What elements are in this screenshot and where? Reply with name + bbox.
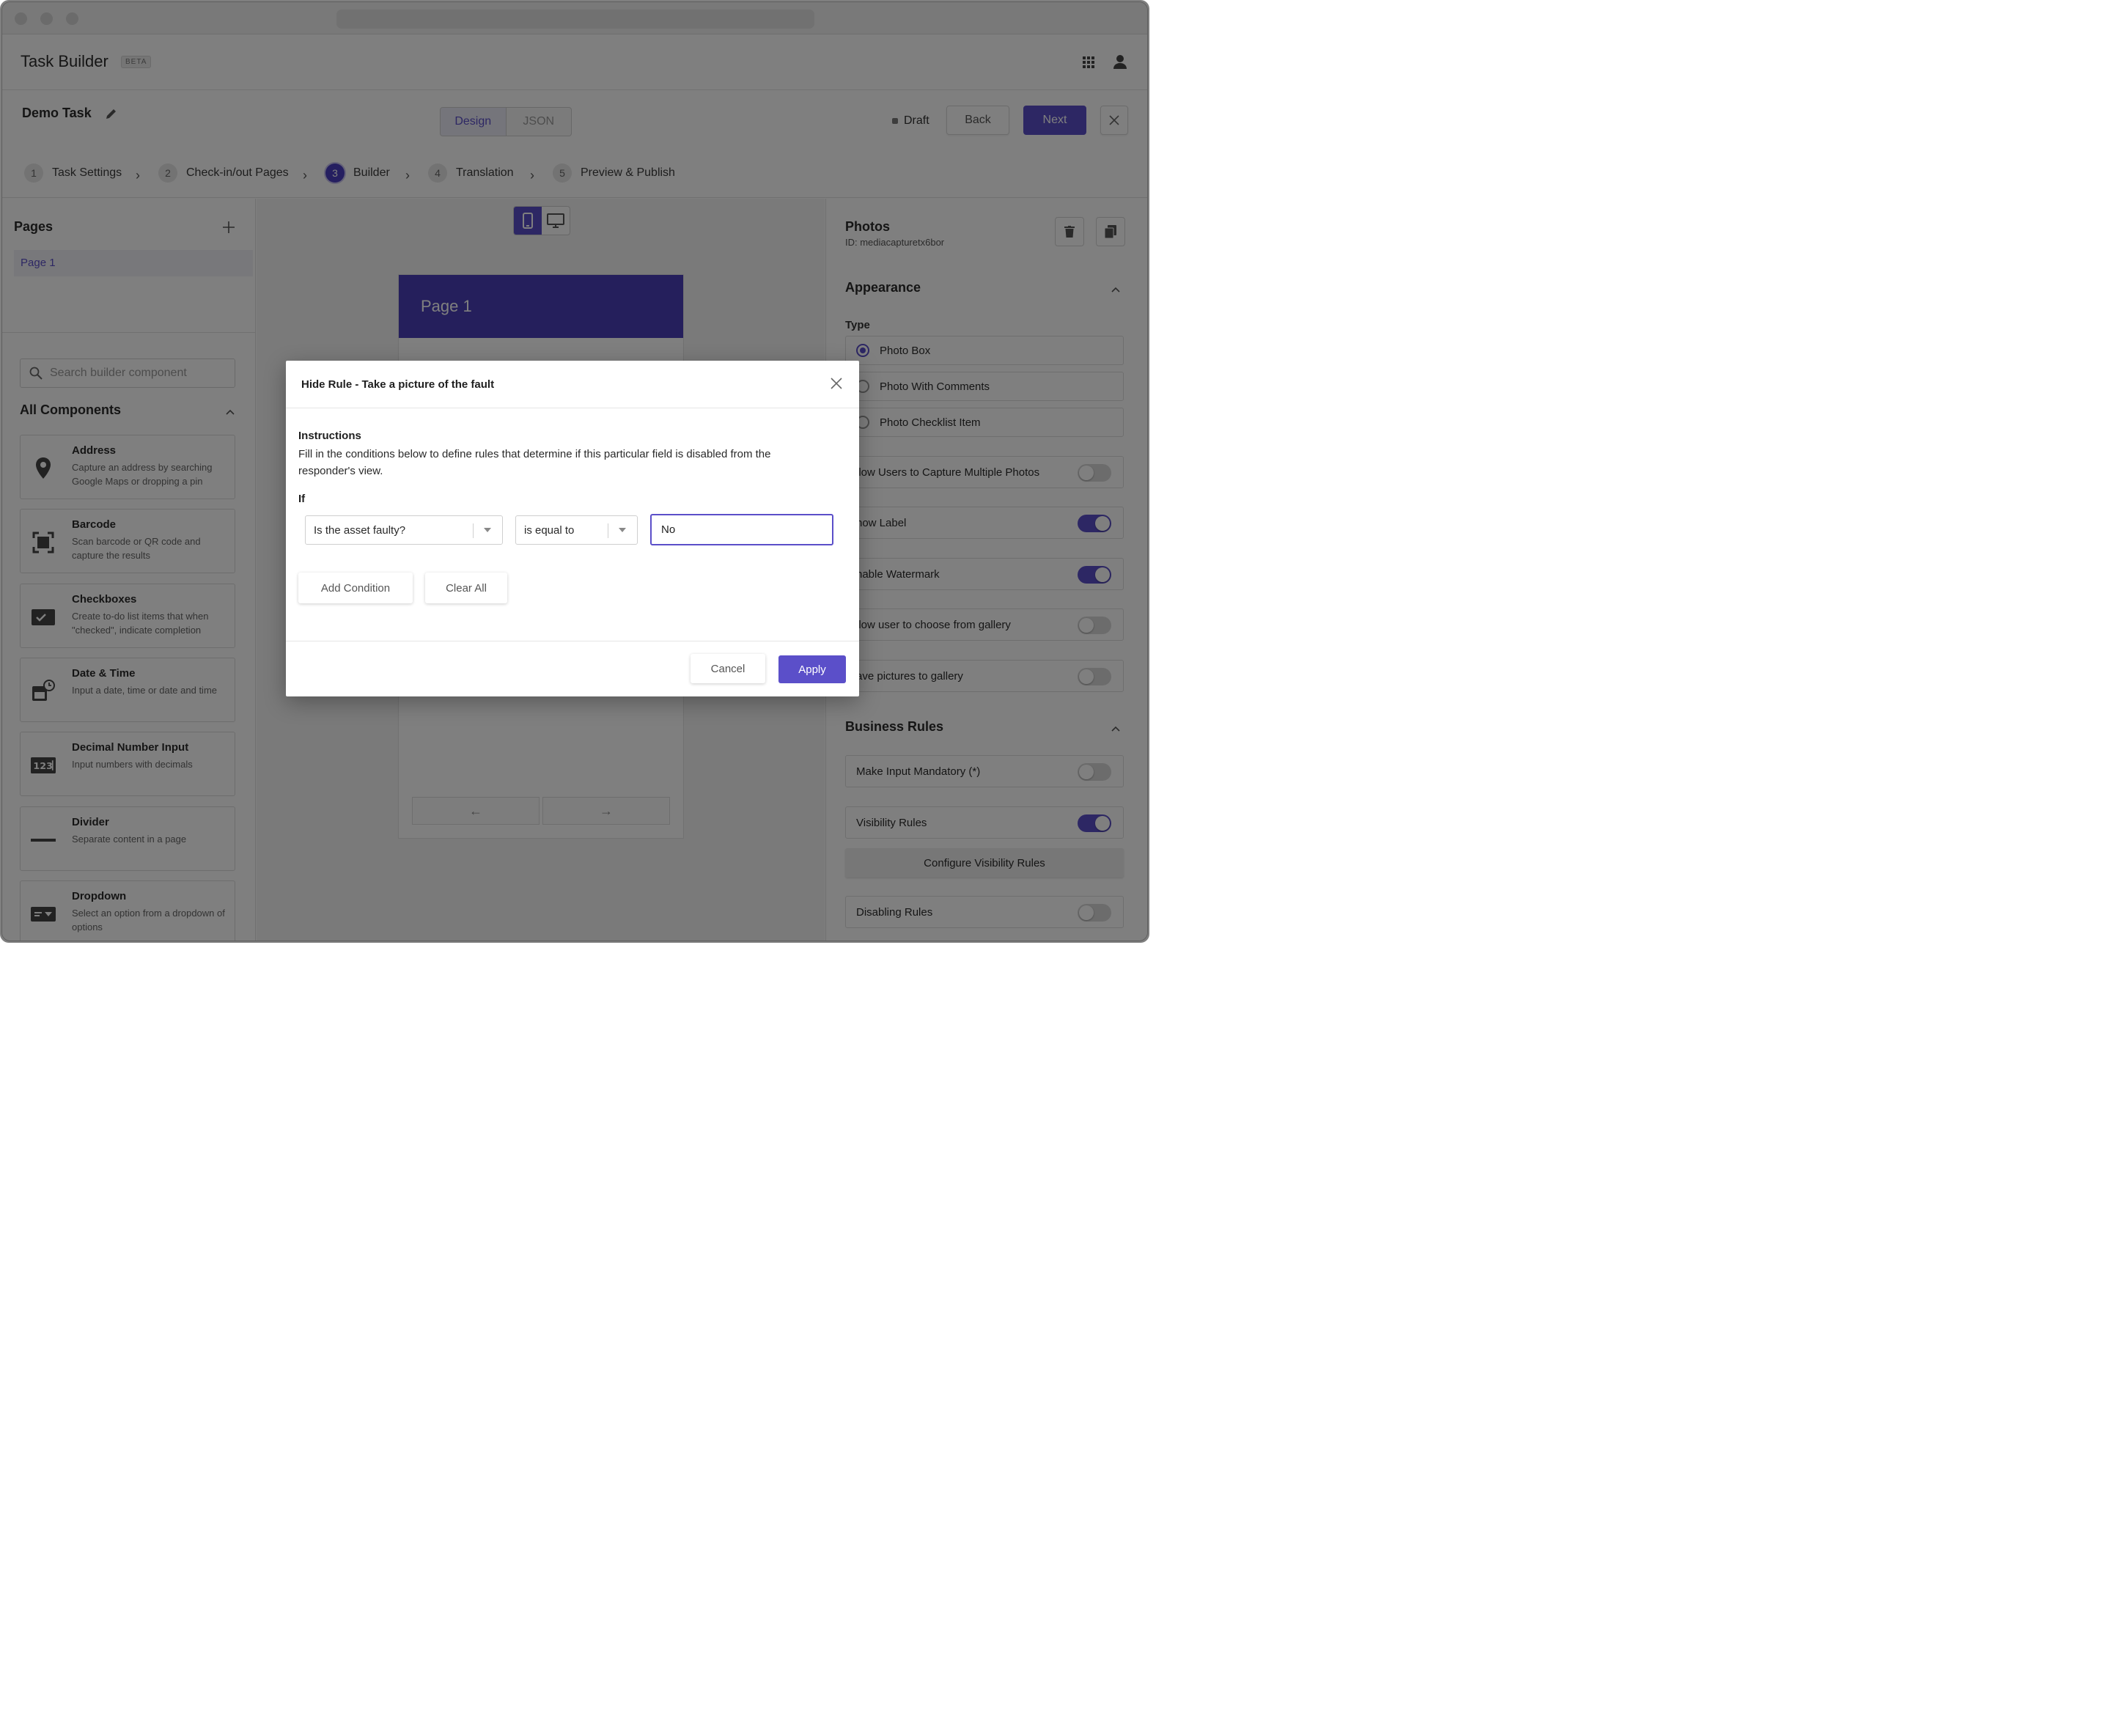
clear-all-button[interactable]: Clear All: [425, 573, 507, 603]
apply-button[interactable]: Apply: [778, 655, 846, 683]
condition-field-select[interactable]: Is the asset faulty?: [305, 515, 503, 545]
instructions-title: Instructions: [298, 430, 361, 442]
dialog-header: Hide Rule - Take a picture of the fault: [286, 361, 859, 408]
instructions-text: Fill in the conditions below to define r…: [298, 448, 771, 477]
condition-operator-select[interactable]: is equal to: [515, 515, 638, 545]
if-label: If: [298, 493, 306, 505]
condition-field-value: Is the asset faulty?: [314, 523, 406, 537]
dialog-title: Hide Rule - Take a picture of the fault: [301, 378, 495, 391]
close-icon[interactable]: [828, 375, 844, 391]
condition-value-input[interactable]: [650, 514, 833, 545]
chevron-down-icon: [619, 528, 626, 532]
chevron-down-icon: [484, 528, 491, 532]
hide-rule-dialog: Hide Rule - Take a picture of the fault …: [286, 361, 859, 696]
condition-operator-value: is equal to: [524, 523, 575, 537]
select-separator: [473, 523, 474, 538]
cancel-button[interactable]: Cancel: [691, 654, 765, 683]
add-condition-button[interactable]: Add Condition: [298, 573, 413, 603]
